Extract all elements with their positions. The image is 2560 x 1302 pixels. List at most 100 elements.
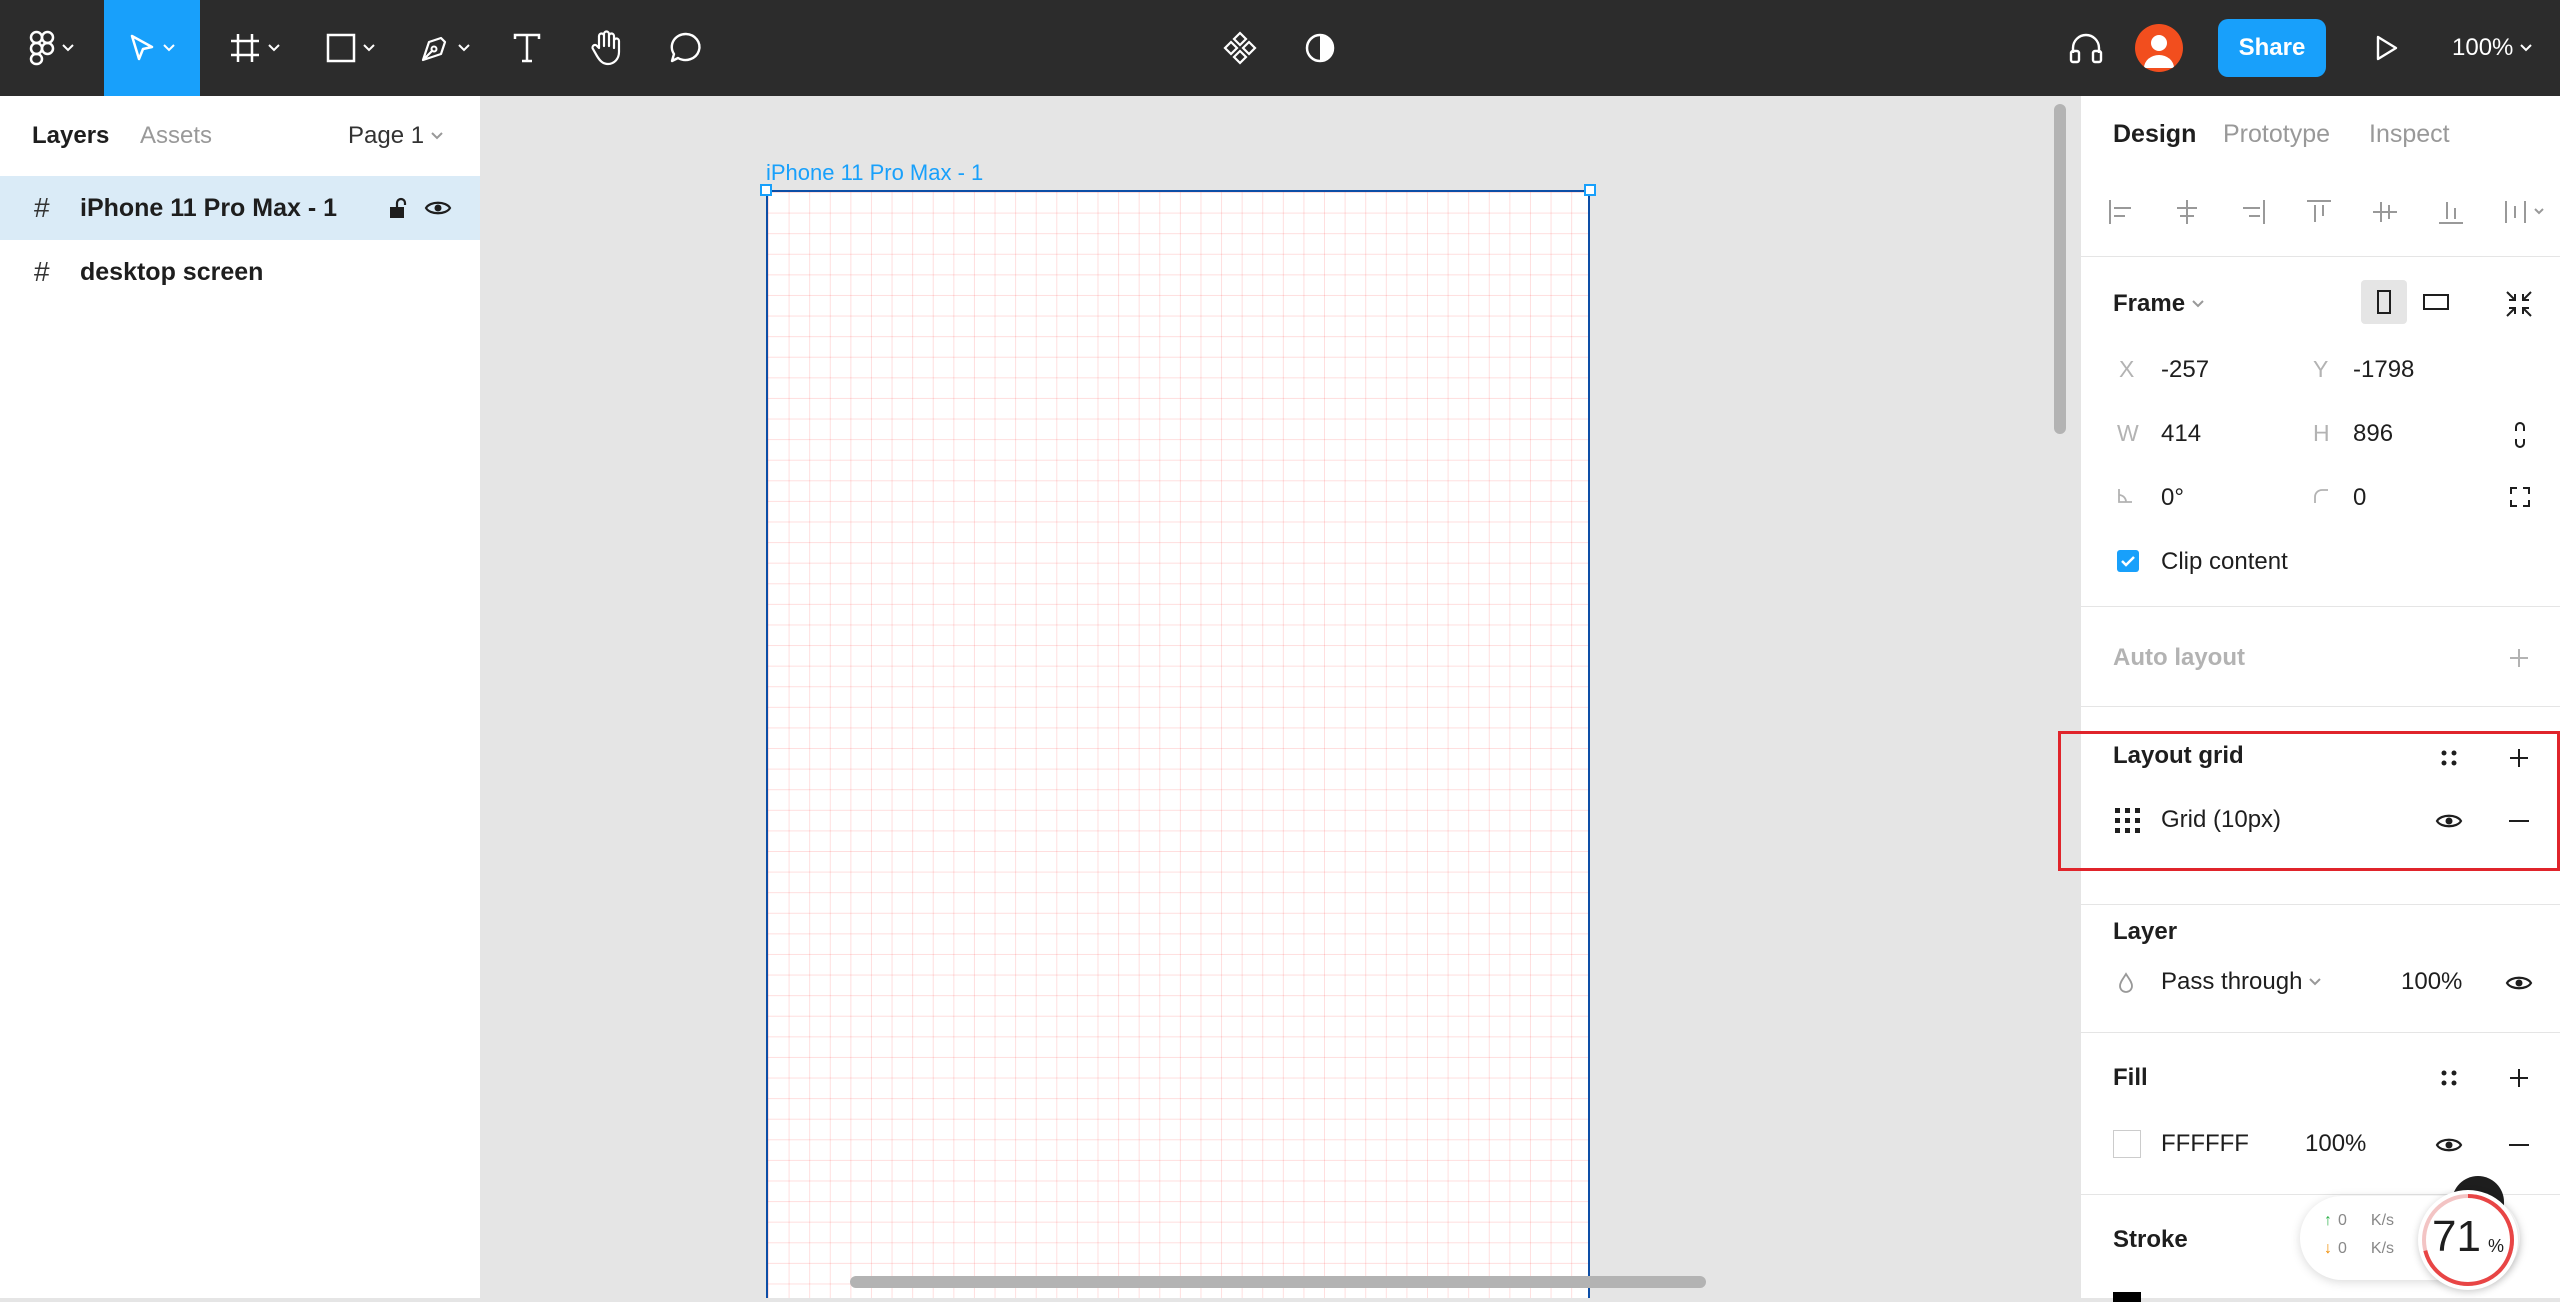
layers-panel: Layers Assets Page 1 # iPhone 11 Pro Max… bbox=[0, 96, 481, 1298]
remove-fill-button[interactable] bbox=[2503, 1130, 2535, 1160]
w-label: W bbox=[2117, 420, 2139, 446]
align-left-icon[interactable] bbox=[2107, 198, 2135, 226]
layer-name: desktop screen bbox=[80, 257, 264, 286]
tab-inspect[interactable]: Inspect bbox=[2369, 120, 2450, 149]
user-icon bbox=[2144, 35, 2174, 68]
divider bbox=[2081, 904, 2560, 905]
grid-styles-button[interactable] bbox=[2433, 742, 2465, 774]
blend-mode-icon bbox=[2115, 970, 2137, 996]
tab-design[interactable]: Design bbox=[2113, 120, 2196, 149]
resize-handle-top-left[interactable] bbox=[760, 184, 772, 196]
resize-to-fit-icon bbox=[2506, 291, 2532, 317]
align-top-icon[interactable] bbox=[2305, 198, 2333, 226]
corner-radius-icon bbox=[2311, 486, 2331, 506]
avatar[interactable] bbox=[2135, 24, 2183, 72]
layer-opacity-field[interactable]: 100% bbox=[2401, 968, 2462, 996]
resize-to-fit-button[interactable] bbox=[2499, 286, 2539, 322]
eye-icon[interactable] bbox=[424, 198, 452, 218]
blend-mode-value: Pass through bbox=[2161, 968, 2303, 995]
frame-tool-button[interactable] bbox=[220, 0, 290, 96]
arrow-down-icon: ↓ bbox=[2324, 1240, 2332, 1257]
add-fill-button[interactable] bbox=[2503, 1062, 2535, 1094]
left-panel-tabs: Layers Assets Page 1 bbox=[0, 96, 480, 176]
divider bbox=[2081, 706, 2560, 707]
portrait-toggle[interactable] bbox=[2361, 280, 2407, 324]
corner-radius-field[interactable]: 0 bbox=[2353, 484, 2366, 512]
grid-visibility-toggle[interactable] bbox=[2431, 806, 2467, 836]
layer-row-iphone[interactable]: # iPhone 11 Pro Max - 1 bbox=[0, 176, 480, 240]
text-tool-button[interactable] bbox=[505, 0, 549, 96]
grid-settings-button[interactable] bbox=[2111, 804, 2145, 838]
layer-visibility-toggle[interactable] bbox=[2503, 968, 2535, 998]
fill-styles-button[interactable] bbox=[2433, 1062, 2465, 1094]
plus-icon bbox=[2510, 749, 2528, 767]
fill-color-swatch[interactable] bbox=[2113, 1130, 2141, 1158]
tab-prototype[interactable]: Prototype bbox=[2223, 120, 2330, 149]
stroke-color-swatch[interactable] bbox=[2113, 1292, 2141, 1302]
components-button[interactable] bbox=[1218, 0, 1262, 96]
pen-tool-icon bbox=[421, 36, 447, 62]
add-layout-grid-button[interactable] bbox=[2503, 742, 2535, 774]
blend-mode-select[interactable]: Pass through bbox=[2161, 968, 2322, 996]
align-horizontal-center-icon[interactable] bbox=[2173, 198, 2201, 226]
text-tool-icon bbox=[513, 33, 541, 63]
resize-handle-top-right[interactable] bbox=[1584, 184, 1596, 196]
landscape-toggle[interactable] bbox=[2413, 280, 2459, 324]
theme-toggle-button[interactable] bbox=[1298, 0, 1342, 96]
shape-tool-button[interactable] bbox=[316, 0, 386, 96]
frame-section-title[interactable]: Frame bbox=[2113, 290, 2205, 318]
w-field[interactable]: 414 bbox=[2161, 420, 2201, 448]
rotation-field[interactable]: 0° bbox=[2161, 484, 2184, 512]
iphone-frame[interactable] bbox=[766, 190, 1590, 1298]
canvas[interactable]: iPhone 11 Pro Max - 1 bbox=[480, 96, 2080, 1298]
share-button[interactable]: Share bbox=[2218, 19, 2326, 77]
chevron-down-icon bbox=[2192, 300, 2204, 308]
layer-row-desktop[interactable]: # desktop screen bbox=[0, 240, 480, 304]
remove-grid-button[interactable] bbox=[2503, 806, 2535, 836]
chevron-down-icon bbox=[2309, 978, 2322, 986]
move-tool-button[interactable] bbox=[104, 0, 200, 96]
comment-tool-icon bbox=[670, 32, 701, 63]
align-right-icon[interactable] bbox=[2239, 198, 2267, 226]
rotation-icon bbox=[2115, 486, 2135, 506]
frame-title: Frame bbox=[2113, 290, 2186, 317]
align-bottom-icon[interactable] bbox=[2437, 198, 2465, 226]
audio-icon bbox=[2069, 33, 2103, 64]
tab-assets[interactable]: Assets bbox=[140, 122, 212, 150]
present-button[interactable] bbox=[2364, 0, 2408, 96]
vertical-scrollbar[interactable] bbox=[2054, 104, 2066, 434]
clip-content-checkbox[interactable] bbox=[2117, 550, 2139, 572]
chevron-down-icon bbox=[62, 44, 74, 52]
grid-item-label[interactable]: Grid (10px) bbox=[2161, 806, 2281, 834]
align-vertical-center-icon[interactable] bbox=[2371, 198, 2399, 226]
frame-label[interactable]: iPhone 11 Pro Max - 1 bbox=[766, 160, 983, 186]
stroke-section-title: Stroke bbox=[2113, 1226, 2188, 1253]
hand-tool-icon bbox=[591, 30, 621, 66]
h-field[interactable]: 896 bbox=[2353, 420, 2393, 448]
page-selector[interactable]: Page 1 bbox=[348, 122, 444, 150]
unlock-icon[interactable] bbox=[388, 197, 408, 219]
layer-section-title: Layer bbox=[2113, 918, 2178, 945]
fill-opacity-field[interactable]: 100% bbox=[2305, 1130, 2366, 1158]
y-field[interactable]: -1798 bbox=[2353, 356, 2414, 384]
zoom-menu[interactable]: 100% bbox=[2452, 0, 2533, 96]
link-icon bbox=[2515, 422, 2525, 448]
hand-tool-button[interactable] bbox=[584, 0, 628, 96]
horizontal-scrollbar[interactable] bbox=[850, 1276, 1706, 1288]
add-auto-layout-button[interactable] bbox=[2503, 642, 2535, 674]
fill-hex-field[interactable]: FFFFFF bbox=[2161, 1130, 2249, 1158]
tab-layers[interactable]: Layers bbox=[32, 122, 109, 150]
constrain-proportions-button[interactable] bbox=[2505, 418, 2535, 452]
fill-visibility-toggle[interactable] bbox=[2431, 1130, 2467, 1160]
x-field[interactable]: -257 bbox=[2161, 356, 2209, 384]
distribute-icon[interactable] bbox=[2503, 198, 2547, 226]
minus-icon bbox=[2509, 1144, 2529, 1146]
comment-tool-button[interactable] bbox=[664, 0, 708, 96]
independent-corners-button[interactable] bbox=[2505, 482, 2535, 512]
check-icon bbox=[2121, 556, 2135, 567]
pen-tool-button[interactable] bbox=[410, 0, 480, 96]
percent-sign: % bbox=[2488, 1236, 2505, 1256]
figma-menu-button[interactable] bbox=[20, 0, 84, 96]
audio-button[interactable] bbox=[2064, 0, 2108, 96]
alignment-toolbar bbox=[2107, 192, 2547, 232]
